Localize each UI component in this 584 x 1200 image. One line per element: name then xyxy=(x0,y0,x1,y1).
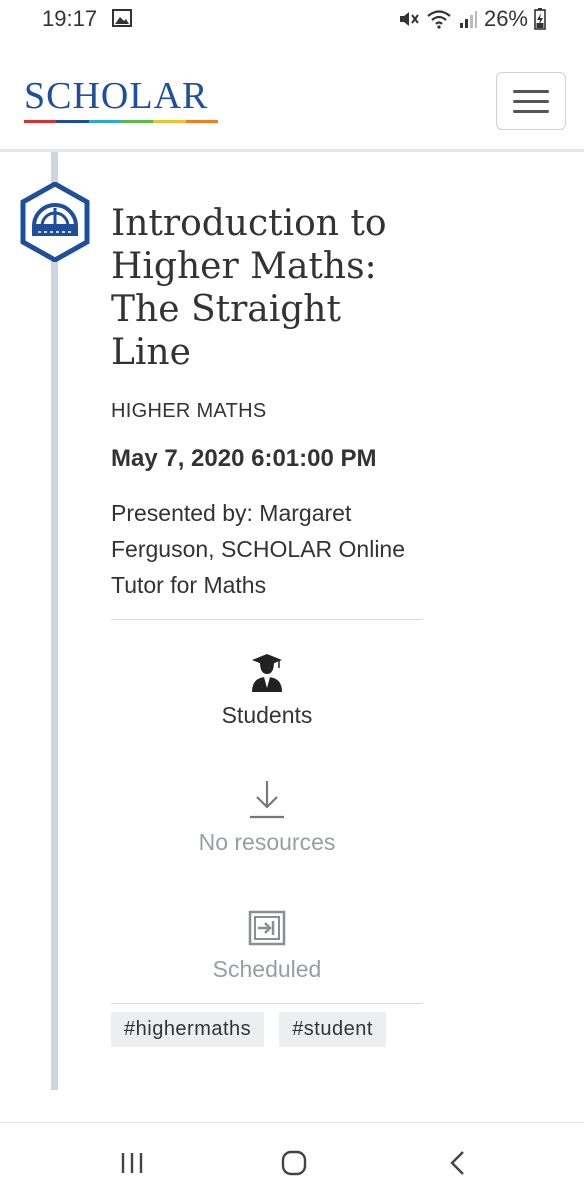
system-nav-bar xyxy=(0,1122,584,1200)
recent-apps-icon xyxy=(121,1153,143,1173)
hamburger-icon xyxy=(513,89,549,93)
scholar-logo[interactable]: SCHOLAR xyxy=(24,76,220,123)
wifi-icon xyxy=(427,10,451,29)
resources-label: No resources xyxy=(198,829,336,855)
mute-icon xyxy=(399,12,419,26)
event-detail: Introduction to Higher Maths: The Straig… xyxy=(0,152,584,1122)
protractor-icon xyxy=(20,182,90,262)
status-info: Scheduled xyxy=(111,910,423,983)
tag-list: #highermaths #student xyxy=(111,1012,423,1047)
logo-color-rule xyxy=(24,120,218,123)
divider xyxy=(111,619,423,620)
app-header: SCHOLAR xyxy=(0,40,584,152)
battery-percent: 26% xyxy=(483,6,528,31)
scheduled-icon xyxy=(248,910,286,946)
event-body: Introduction to Higher Maths: The Straig… xyxy=(111,202,423,1047)
home-icon xyxy=(281,1150,307,1176)
hamburger-icon-bar xyxy=(513,99,549,103)
home-button[interactable] xyxy=(274,1147,314,1179)
signal-icon xyxy=(459,11,477,28)
hamburger-icon-bar xyxy=(513,109,549,113)
timeline-line xyxy=(51,152,58,1090)
status-label: Scheduled xyxy=(212,956,322,982)
event-presenter: Presented by: Margaret Ferguson, SCHOLAR… xyxy=(111,500,406,598)
audience-info: Students xyxy=(111,652,423,729)
event-title: Introduction to Higher Maths: The Straig… xyxy=(111,203,387,373)
image-icon xyxy=(112,9,132,27)
battery-icon xyxy=(534,8,546,30)
event-date: May 7, 2020 6:01:00 PM xyxy=(111,445,377,472)
back-icon xyxy=(450,1151,464,1175)
status-time: 19:17 xyxy=(42,6,98,31)
audience-label: Students xyxy=(221,702,313,728)
event-subject[interactable]: HIGHER MATHS xyxy=(111,400,423,423)
tag-highermaths[interactable]: #highermaths xyxy=(111,1012,265,1047)
resources-info: No resources xyxy=(111,779,423,856)
back-button[interactable] xyxy=(438,1147,478,1179)
logo-text: SCHOLAR xyxy=(24,75,209,117)
tag-student[interactable]: #student xyxy=(279,1012,386,1047)
status-indicators: 26% xyxy=(398,6,546,32)
menu-button[interactable] xyxy=(496,72,566,130)
graduate-icon xyxy=(252,654,282,692)
recent-apps-button[interactable] xyxy=(112,1147,152,1179)
download-icon xyxy=(250,781,284,819)
divider xyxy=(111,1003,423,1004)
status-bar: 19:17 26% xyxy=(0,0,584,40)
